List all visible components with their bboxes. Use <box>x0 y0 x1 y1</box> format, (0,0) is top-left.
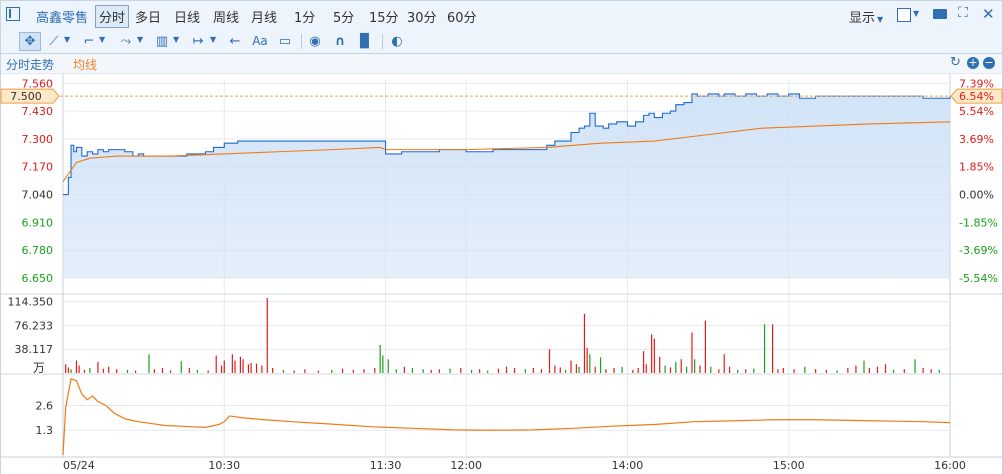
display-label: 显示 <box>849 11 876 26</box>
period-tab[interactable]: 1分 <box>294 7 315 26</box>
period-tab[interactable]: 30分 <box>407 7 437 26</box>
intraday-chart[interactable]: 7.560 7.39% 7.430 5.54% 7.300 3.69% 7.170 1.85%… <box>0 73 1003 474</box>
trash-icon[interactable]: ▉ <box>357 33 373 50</box>
x-tick-label: 12:00 <box>450 459 482 472</box>
top-bar: 高鑫零售 分时 多日 日线 周线 月线 1分 5分 15分 30分 60分 显示 ▼ ▼ ⛶ ✕ <box>0 0 1003 31</box>
current-pct-label: 6.54% <box>959 90 994 103</box>
stock-name[interactable]: 高鑫零售 <box>36 7 88 26</box>
wave-line-icon[interactable]: ⤳ <box>117 33 135 50</box>
current-price-label: 7.500 <box>10 90 42 103</box>
volume-tick-label: 38.117 <box>15 343 54 356</box>
pct-tick-label: 3.69% <box>959 133 994 146</box>
pct-tick-label: 1.85% <box>959 161 994 174</box>
x-tick-label: 11:30 <box>370 459 402 472</box>
period-tab[interactable]: 5分 <box>333 7 354 26</box>
chart-tool-icon[interactable]: ▥ <box>154 33 170 50</box>
polyline-icon[interactable]: ⌐ <box>81 33 97 50</box>
ratio-tick-label: 2.6 <box>36 399 54 412</box>
period-tab[interactable]: 日线 <box>174 7 200 26</box>
comment-icon[interactable]: ▭ <box>277 33 293 50</box>
volume-unit-label: 万 <box>33 361 45 375</box>
chevron-down-icon: ▼ <box>173 35 180 44</box>
line-segment-icon[interactable]: ⟋ <box>46 33 62 50</box>
magnet-icon[interactable]: ∩ <box>332 33 348 50</box>
sidebar-toggle-icon[interactable] <box>6 7 20 21</box>
ratio-tick-label: 1.3 <box>36 424 54 437</box>
x-tick-label: 16:00 <box>934 459 966 472</box>
zoom-out-icon[interactable]: − <box>983 57 995 69</box>
close-icon[interactable]: ✕ <box>982 5 995 23</box>
period-tab[interactable]: 分时 <box>95 5 130 28</box>
period-tab[interactable]: 月线 <box>251 7 277 26</box>
pct-tick-label: -1.85% <box>959 216 998 229</box>
x-tick-label: 10:30 <box>208 459 240 472</box>
price-tick-label: 7.040 <box>22 189 54 202</box>
text-tool-icon[interactable]: Aa <box>249 33 271 50</box>
chart-title: 分时走势 <box>6 58 55 72</box>
avg-line-label: 均线 <box>73 58 98 72</box>
measure-icon[interactable]: ↦ <box>189 33 207 50</box>
period-tab[interactable]: 周线 <box>213 7 239 26</box>
pct-tick-label: 5.54% <box>959 105 994 118</box>
price-tick-label: 7.170 <box>22 161 54 174</box>
chevron-down-icon: ▼ <box>99 35 106 44</box>
fullscreen-icon[interactable]: ⛶ <box>958 6 972 20</box>
pct-tick-label: -3.69% <box>959 244 998 257</box>
x-tick-label: 05/24 <box>63 459 95 472</box>
price-tick-label: 7.300 <box>22 133 54 146</box>
period-tab[interactable]: 多日 <box>135 7 161 26</box>
price-tick-label: 6.910 <box>22 216 54 229</box>
period-tab[interactable]: 15分 <box>369 7 399 26</box>
pct-tick-label: 7.39% <box>959 77 994 90</box>
refresh-icon[interactable]: ↻ <box>950 55 962 70</box>
price-tick-label: 7.560 <box>22 77 54 90</box>
price-tick-label: 6.780 <box>22 244 54 257</box>
price-tick-label: 6.650 <box>22 272 54 285</box>
chart-header: 分时走势 均线 ↻ + − <box>0 54 1003 73</box>
period-tab[interactable]: 60分 <box>447 7 477 26</box>
pct-tick-label: -5.54% <box>959 272 998 285</box>
chevron-down-icon: ▼ <box>137 35 144 44</box>
drawing-toolbar: ✥ ⟋ ▼ ⌐ ▼ ⤳ ▼ ▥ ▼ ↦ ▼ ← Aa ▭ ◉ ∩ ▉ ◐ <box>0 30 1003 54</box>
pct-tick-label: 0.00% <box>959 189 994 202</box>
x-tick-label: 14:00 <box>612 459 644 472</box>
toolbox-icon[interactable] <box>933 9 947 19</box>
x-tick-label: 15:00 <box>773 459 805 472</box>
window-mode-button[interactable] <box>897 8 911 22</box>
price-tick-label: 7.430 <box>22 105 54 118</box>
chevron-down-icon: ▼ <box>64 35 71 44</box>
back-arrow-icon[interactable]: ← <box>227 33 243 50</box>
chevron-down-icon: ▼ <box>913 9 920 18</box>
display-menu[interactable]: 显示 ▼ <box>849 7 883 26</box>
toggle-icon[interactable]: ◐ <box>388 33 406 50</box>
chevron-down-icon: ▼ <box>210 35 217 44</box>
zoom-in-icon[interactable]: + <box>967 57 979 69</box>
chevron-down-icon: ▼ <box>877 15 884 24</box>
eye-icon[interactable]: ◉ <box>307 33 323 50</box>
move-cross-icon[interactable]: ✥ <box>19 32 41 51</box>
volume-tick-label: 114.350 <box>8 296 54 309</box>
volume-tick-label: 76.233 <box>15 319 54 332</box>
